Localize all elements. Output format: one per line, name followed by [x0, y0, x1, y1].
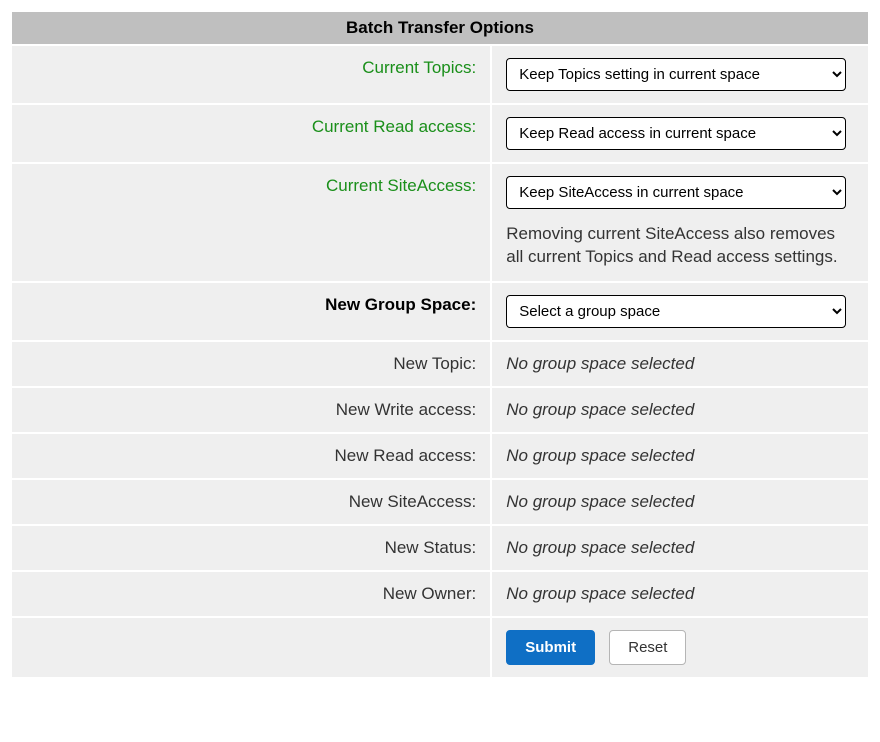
button-row-spacer — [12, 618, 490, 677]
new-siteaccess-label: New SiteAccess: — [12, 480, 490, 524]
new-group-space-select[interactable]: Select a group space — [506, 295, 846, 328]
new-group-space-label: New Group Space: — [12, 283, 490, 340]
reset-button[interactable]: Reset — [609, 630, 686, 665]
new-topic-value: No group space selected — [506, 354, 694, 373]
new-write-value: No group space selected — [506, 400, 694, 419]
new-read-label: New Read access: — [12, 434, 490, 478]
current-read-select[interactable]: Keep Read access in current space — [506, 117, 846, 150]
new-status-value: No group space selected — [506, 538, 694, 557]
current-read-label: Current Read access: — [12, 105, 490, 162]
siteaccess-help-text: Removing current SiteAccess also removes… — [506, 223, 846, 269]
new-topic-label: New Topic: — [12, 342, 490, 386]
new-status-label: New Status: — [12, 526, 490, 570]
current-siteaccess-select[interactable]: Keep SiteAccess in current space — [506, 176, 846, 209]
new-owner-label: New Owner: — [12, 572, 490, 616]
current-topics-select[interactable]: Keep Topics setting in current space — [506, 58, 846, 91]
current-topics-label: Current Topics: — [12, 46, 490, 103]
table-header: Batch Transfer Options — [12, 12, 868, 44]
submit-button[interactable]: Submit — [506, 630, 595, 665]
current-siteaccess-label: Current SiteAccess: — [12, 164, 490, 281]
new-read-value: No group space selected — [506, 446, 694, 465]
new-owner-value: No group space selected — [506, 584, 694, 603]
batch-transfer-options-table: Batch Transfer Options Current Topics: K… — [10, 10, 870, 679]
new-write-label: New Write access: — [12, 388, 490, 432]
new-siteaccess-value: No group space selected — [506, 492, 694, 511]
